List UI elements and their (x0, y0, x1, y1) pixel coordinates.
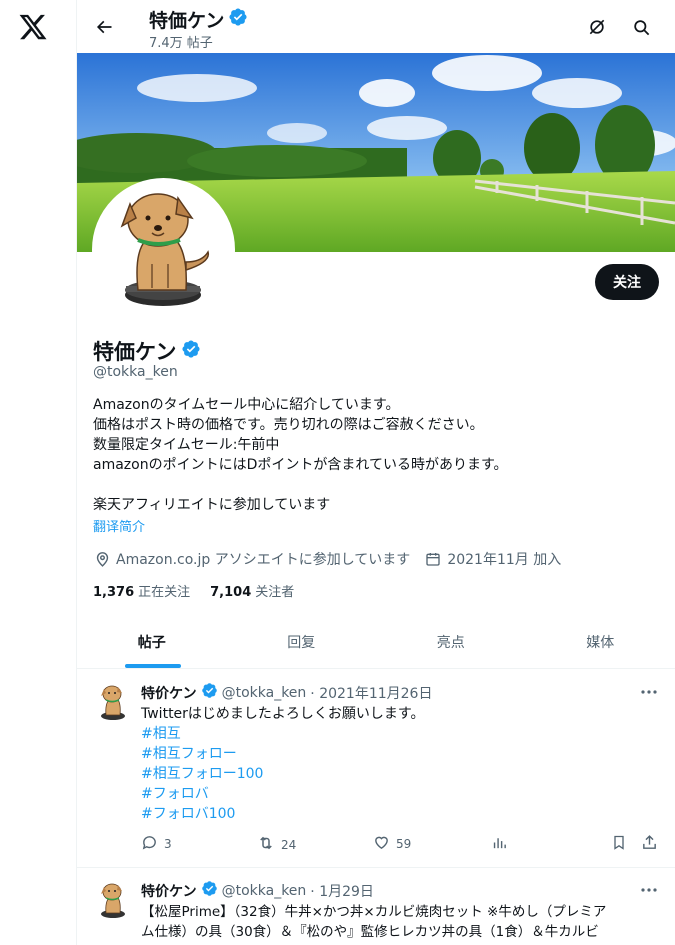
hashtag-link[interactable]: #相互フォロー100 (141, 764, 425, 784)
left-navigation-rail (0, 0, 77, 945)
profile-column: 特価ケン 7.4万 帖子 关注 特価ケン @tokka_ken Amazonのタ… (77, 0, 675, 945)
views-button[interactable] (491, 834, 508, 854)
location-icon (93, 550, 111, 568)
joined-date-text: 2021年11月 加入 (447, 552, 562, 568)
hashtag-link[interactable]: #フォロバ (141, 784, 425, 804)
more-icon[interactable] (639, 682, 659, 702)
post-author-handle[interactable]: @tokka_ken (222, 685, 307, 701)
bio-line: 数量限定タイムセール:午前中 (93, 437, 280, 453)
profile-meta: Amazon.co.jp アソシエイトに参加しています 2021年11月 加入 (93, 549, 561, 569)
profile-header-bar: 特価ケン 7.4万 帖子 (77, 0, 675, 53)
verified-badge-icon (201, 682, 218, 703)
followers-label: 关注者 (255, 585, 295, 600)
profile-name: 特価ケン (93, 336, 201, 366)
post-author-avatar[interactable] (93, 880, 133, 920)
tab-label: 亮点 (436, 635, 465, 651)
tab-media[interactable]: 媒体 (526, 616, 675, 668)
hashtag-link[interactable]: #フォロバ100 (141, 804, 425, 824)
active-tab-indicator (125, 664, 181, 668)
profile-avatar[interactable] (92, 178, 235, 321)
more-icon[interactable] (639, 880, 659, 900)
following-link[interactable]: 1,376 正在关注 (93, 581, 190, 600)
post-text: Twitterはじめましたよろしくお願いします。 #相互 #相互フォロー #相互… (141, 704, 425, 824)
repost-button[interactable]: 24 (257, 834, 296, 855)
post-author-avatar[interactable] (93, 682, 133, 722)
share-button[interactable] (641, 834, 658, 854)
profile-name-text: 特価ケン (93, 340, 177, 364)
verified-badge-icon (201, 880, 218, 901)
post-text-line: 【松屋Prime】（32食）牛丼×かつ丼×カルビ焼肉セット ※牛めし（プレミア (141, 904, 607, 920)
post-date[interactable]: · 2021年11月26日 (310, 683, 432, 703)
tab-label: 帖子 (137, 635, 166, 651)
followers-link[interactable]: 7,104 关注者 (210, 581, 294, 600)
bio-line: 価格はポスト時の価格です。売り切れの際はご容赦ください。 (93, 417, 484, 433)
affiliation-text: Amazon.co.jp アソシエイトに参加しています (116, 552, 411, 568)
tab-label: 媒体 (586, 635, 615, 651)
reply-button[interactable]: 3 (141, 834, 172, 854)
tab-highlights[interactable]: 亮点 (376, 616, 526, 668)
search-icon[interactable] (627, 13, 655, 41)
following-count: 1,376 (93, 585, 135, 600)
profile-handle: @tokka_ken (93, 364, 178, 380)
post-author-name[interactable]: 特价ケン (141, 881, 197, 901)
follow-button[interactable]: 关注 (595, 264, 659, 300)
tab-label: 回复 (287, 635, 316, 651)
followers-count: 7,104 (210, 585, 252, 600)
repost-count: 24 (281, 837, 297, 852)
bookmark-icon (611, 834, 627, 854)
verified-badge-icon (181, 339, 201, 364)
post-text: 【松屋Prime】（32食）牛丼×かつ丼×カルビ焼肉セット ※牛めし（プレミア … (141, 902, 606, 942)
like-button[interactable]: 59 (373, 834, 411, 854)
tab-posts[interactable]: 帖子 (77, 616, 227, 668)
x-logo-icon[interactable] (18, 12, 48, 42)
bio-line (93, 475, 508, 495)
bio-line: 楽天アフィリエイトに参加しています (93, 497, 331, 513)
verified-badge-icon (228, 7, 248, 32)
header-post-count: 7.4万 帖子 (149, 36, 213, 51)
like-icon (373, 834, 390, 854)
notifications-off-icon[interactable] (583, 13, 611, 41)
reply-icon (141, 834, 158, 854)
post-item[interactable]: 特价ケン @tokka_ken · 2021年11月26日 Twitterはじめ… (77, 670, 675, 868)
post-author-handle[interactable]: @tokka_ken (222, 883, 307, 899)
post-actions: 3 24 59 (141, 834, 659, 854)
reply-count: 3 (164, 837, 172, 851)
bio-line: amazonのポイントにはDポイントが含まれている時があります。 (93, 457, 508, 473)
share-icon (641, 834, 658, 854)
header-profile-name: 特価ケン (149, 6, 248, 33)
post-author-name[interactable]: 特价ケン (141, 683, 197, 703)
bookmark-button[interactable] (611, 834, 627, 854)
like-count: 59 (396, 837, 412, 851)
profile-bio: Amazonのタイムセール中心に紹介しています。 価格はポスト時の価格です。売り… (93, 395, 508, 515)
post-header: 特价ケン @tokka_ken · 2021年11月26日 (141, 682, 432, 703)
header-name-text: 特価ケン (149, 10, 225, 32)
post-text-line: ム仕様）の具（30食）＆『松のや』監修ヒレカツ丼の具（1食）＆牛カルビ (141, 924, 599, 940)
translate-bio-link[interactable]: 翻译简介 (93, 516, 145, 535)
post-header: 特价ケン @tokka_ken · 1月29日 (141, 880, 374, 901)
hashtag-link[interactable]: #相互フォロー (141, 744, 425, 764)
following-label: 正在关注 (138, 585, 191, 600)
hashtag-link[interactable]: #相互 (141, 724, 425, 744)
views-icon (491, 834, 508, 854)
post-text-line: Twitterはじめましたよろしくお願いします。 (141, 706, 425, 722)
bio-line: Amazonのタイムセール中心に紹介しています。 (93, 397, 400, 413)
post-item[interactable]: 特价ケン @tokka_ken · 1月29日 【松屋Prime】（32食）牛丼… (77, 868, 675, 945)
repost-icon (257, 834, 275, 855)
tab-replies[interactable]: 回复 (227, 616, 377, 668)
calendar-icon (424, 550, 442, 568)
follow-stats: 1,376 正在关注 7,104 关注者 (93, 581, 294, 600)
profile-tabs: 帖子 回复 亮点 媒体 (77, 616, 675, 669)
post-date[interactable]: · 1月29日 (310, 881, 374, 901)
back-arrow-icon[interactable] (89, 12, 119, 42)
